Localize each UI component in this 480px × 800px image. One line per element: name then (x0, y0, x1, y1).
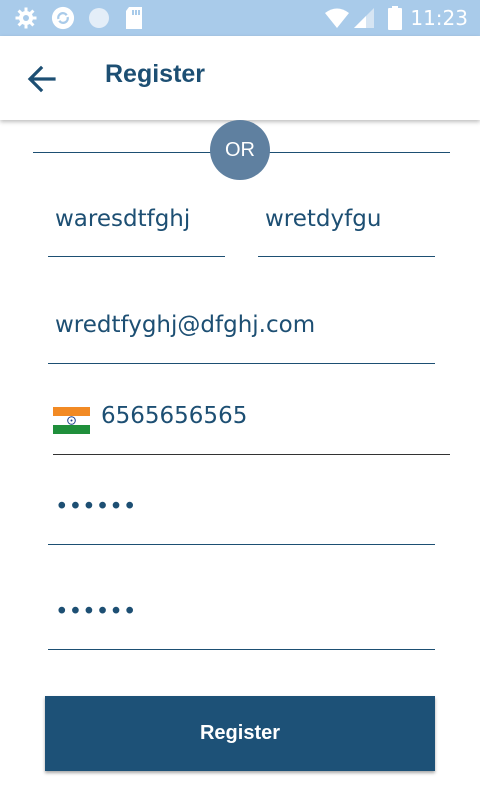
sync-icon (51, 6, 75, 30)
app-bar: Register (0, 36, 480, 120)
divider-line-left (33, 152, 213, 153)
register-button-label: Register (199, 722, 281, 744)
signal-icon (354, 8, 374, 28)
phone-number-value: 6565656565 (101, 403, 248, 429)
sd-card-icon (126, 7, 142, 29)
or-divider-badge: OR (210, 120, 270, 180)
password-field[interactable]: •••••• (48, 478, 435, 545)
phone-field[interactable]: 6565656565 (53, 395, 450, 455)
register-button[interactable]: Register (45, 696, 435, 771)
arrow-back-icon (27, 65, 56, 93)
confirm-password-value: •••••• (55, 599, 137, 625)
back-button[interactable] (22, 60, 62, 100)
settings-icon (15, 7, 37, 29)
confirm-password-field[interactable]: •••••• (48, 583, 435, 650)
password-value: •••••• (55, 494, 137, 520)
india-flag-icon[interactable] (53, 407, 90, 434)
status-time: 11:23 (410, 6, 468, 30)
email-value: wredtfyghj@dfghj.com (55, 312, 316, 338)
first-name-value: waresdtfghj (55, 206, 191, 232)
wifi-icon (325, 8, 349, 28)
last-name-field[interactable]: wretdyfgu (258, 190, 435, 257)
first-name-field[interactable]: waresdtfghj (48, 190, 225, 257)
email-field[interactable]: wredtfyghj@dfghj.com (48, 296, 435, 364)
status-bar: 11:23 (0, 0, 480, 36)
last-name-value: wretdyfgu (265, 206, 382, 232)
page-title: Register (105, 60, 206, 88)
circle-icon (89, 8, 109, 28)
battery-icon (388, 6, 402, 30)
divider-line-right (268, 152, 450, 153)
